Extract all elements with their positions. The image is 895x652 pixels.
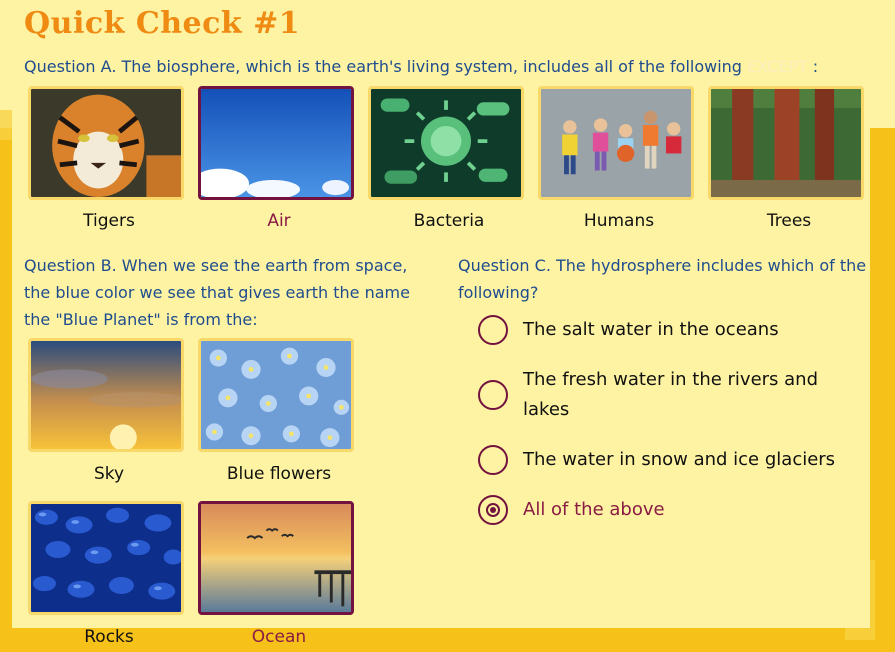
question-c-text: Question C. The hydrosphere includes whi…	[458, 256, 867, 302]
choice-label: Rocks	[84, 627, 134, 647]
option-label: The water in snow and ice glaciers	[523, 449, 836, 470]
radio-button-selected[interactable]	[478, 495, 508, 525]
radio-button[interactable]	[478, 380, 508, 410]
blue-rocks-image	[31, 504, 181, 612]
question-a-text: Question A. The biosphere, which is the …	[24, 53, 884, 80]
choice-card-bacteria[interactable]	[368, 86, 524, 200]
choice-card-rocks[interactable]	[28, 501, 184, 615]
question-a-except-word: EXCEPT	[747, 57, 808, 76]
option-label: The fresh water in the rivers and lakes	[523, 369, 819, 420]
children-image	[541, 89, 691, 197]
choice-label: Bacteria	[413, 211, 485, 231]
radio-button[interactable]	[478, 315, 508, 345]
ocean-sunset-image	[201, 504, 351, 612]
choice-label: Tigers	[83, 211, 135, 231]
question-a-trailing: :	[812, 57, 819, 76]
choice-label: Humans	[583, 211, 655, 231]
sky-image	[201, 89, 351, 197]
page-title: Quick Check #1	[24, 6, 301, 41]
option-snow-ice[interactable]: The water in snow and ice glaciers	[478, 445, 868, 475]
option-all-of-the-above[interactable]: All of the above	[478, 495, 868, 525]
option-fresh-water[interactable]: The fresh water in the rivers and lakes	[478, 365, 868, 425]
choice-card-sky[interactable]	[28, 338, 184, 452]
choice-card-blue-flowers[interactable]	[198, 338, 354, 452]
choice-label: Air	[267, 211, 291, 231]
sunset-sky-image	[31, 341, 181, 449]
choice-card-humans[interactable]	[538, 86, 694, 200]
tiger-image	[31, 89, 181, 197]
option-label: All of the above	[523, 499, 665, 520]
choice-card-tigers[interactable]	[28, 86, 184, 200]
choice-card-trees[interactable]	[708, 86, 864, 200]
choice-label: Sky	[93, 464, 125, 484]
option-salt-water[interactable]: The salt water in the oceans	[478, 315, 868, 345]
question-a-prompt: Question A. The biosphere, which is the …	[24, 57, 742, 76]
redwood-trees-image	[711, 89, 861, 197]
option-label: The salt water in the oceans	[523, 319, 779, 340]
choice-label: Ocean	[251, 627, 307, 647]
question-b-text: Question B. When we see the earth from s…	[24, 256, 410, 329]
choice-label: Blue flowers	[226, 464, 332, 484]
choice-card-ocean[interactable]	[198, 501, 354, 615]
radio-button[interactable]	[478, 445, 508, 475]
choice-card-air[interactable]	[198, 86, 354, 200]
blue-flowers-image	[201, 341, 351, 449]
choice-label: Trees	[766, 211, 812, 231]
bacteria-image	[371, 89, 521, 197]
